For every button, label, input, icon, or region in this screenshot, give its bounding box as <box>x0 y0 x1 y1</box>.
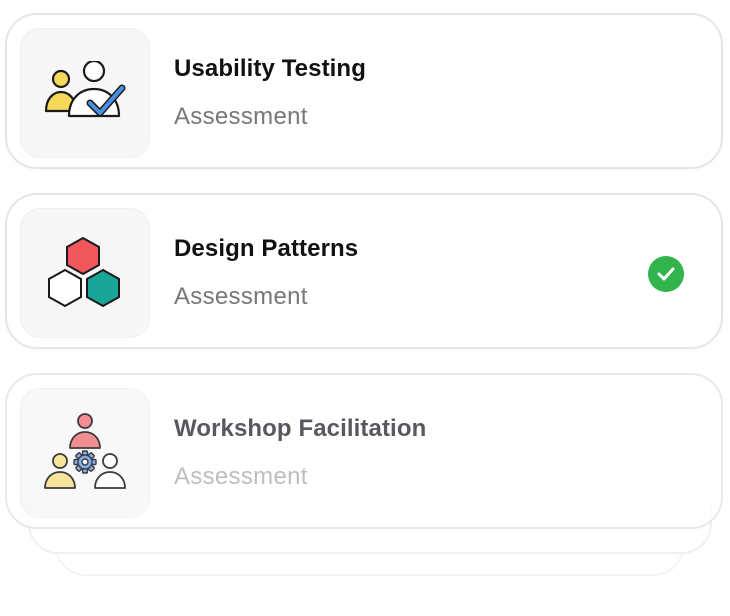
usability-testing-icon <box>44 61 126 118</box>
card-title: Design Patterns <box>174 235 359 262</box>
card-thumbnail <box>20 28 150 158</box>
design-patterns-icon <box>48 236 120 308</box>
card-thumbnail <box>20 208 150 338</box>
card-subtitle: Assessment <box>174 463 308 490</box>
card-subtitle: Assessment <box>174 103 308 130</box>
assessment-card-usability-testing[interactable]: Usability Testing Assessment <box>5 13 723 169</box>
workshop-facilitation-icon <box>44 413 126 489</box>
assessment-card-design-patterns[interactable]: Design Patterns Assessment <box>5 193 723 349</box>
assessment-card-workshop-facilitation[interactable]: Workshop Facilitation Assessment <box>5 373 723 529</box>
card-title: Usability Testing <box>174 55 366 82</box>
assessment-list: Usability Testing Assessment Design Patt… <box>0 0 730 616</box>
card-title: Workshop Facilitation <box>174 415 427 442</box>
card-subtitle: Assessment <box>174 283 308 310</box>
completed-check-icon <box>648 256 684 292</box>
card-thumbnail <box>20 388 150 518</box>
